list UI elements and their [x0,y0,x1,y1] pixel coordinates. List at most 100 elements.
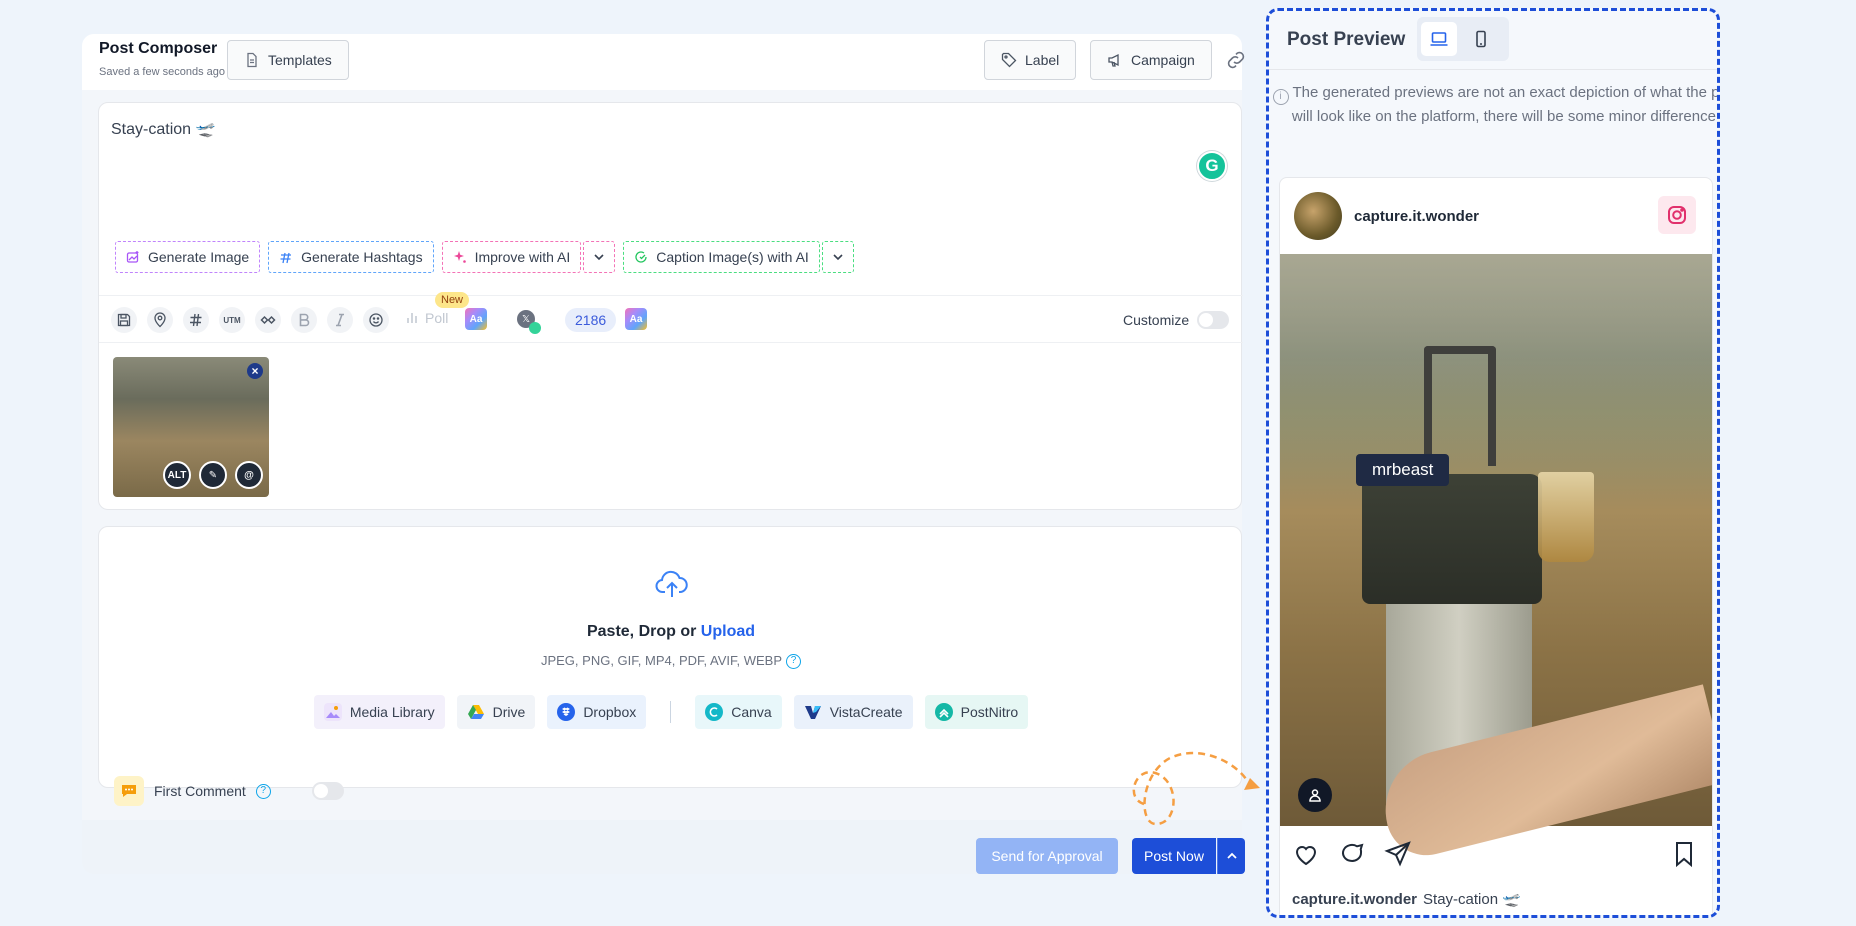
help-icon[interactable]: ? [786,654,802,670]
check-badge-icon [529,322,541,334]
link-icon[interactable] [1224,48,1248,72]
canva-label: Canva [731,704,772,720]
remove-media-icon[interactable]: × [247,363,263,379]
caption-username: capture.it.wonder [1292,891,1418,908]
grammarly-icon[interactable]: G [1197,151,1227,181]
bold-icon[interactable] [291,307,317,333]
save-icon[interactable] [111,307,137,333]
post-editor[interactable]: Stay-cation 🛫 G Generate Image Generate … [98,102,1243,510]
edit-media-button[interactable]: ✎ [199,461,227,489]
drive-label: Drive [492,704,526,720]
comment-bubble-icon[interactable] [1338,840,1366,868]
instagram-post-card: capture.it.wonder mrbeast capture.it.won… [1279,177,1713,915]
poll-button[interactable]: Poll [405,310,448,326]
preview-divider [1269,69,1717,70]
document-icon [247,52,257,68]
media-upload-area[interactable]: Paste, Drop or Upload JPEG, PNG, GIF, MP… [98,526,1242,788]
utm-icon[interactable]: UTM [219,307,245,333]
generate-image-button[interactable]: Generate Image [115,241,261,273]
user-tag-label[interactable]: mrbeast [1356,454,1450,486]
upload-link[interactable]: Upload [701,623,755,640]
hashtag-icon[interactable] [183,307,209,333]
dropbox-button[interactable]: Dropbox [547,695,647,729]
postnitro-label: PostNitro [960,704,1019,720]
bookmark-icon[interactable] [1670,840,1698,868]
dropbox-icon [557,703,576,721]
caption-images-button[interactable]: Caption Image(s) with AI [623,241,820,273]
thumbnail-tools: ALT ✎ @ [163,461,263,489]
postnitro-button[interactable]: PostNitro [924,695,1029,729]
vistacreate-button[interactable]: VistaCreate [793,695,913,729]
preview-disclaimer: i The generated previews are not an exact… [1271,81,1717,128]
tag-pointer-arrow [1132,751,1260,826]
canva-button[interactable]: Canva [695,695,782,729]
post-preview-panel: Post Preview i The generated previews are… [1266,8,1720,918]
templates-button[interactable]: Templates [227,40,349,80]
instagram-icon [1658,196,1696,234]
hashtag-sparkle-icon [280,252,292,264]
instagram-username: capture.it.wonder [1354,208,1480,225]
desktop-view-button[interactable] [1421,22,1457,56]
first-comment-toggle[interactable] [312,782,344,800]
chevron-down-icon [594,254,604,261]
image-luggage-handle [1424,346,1496,466]
person-tag-icon[interactable] [1298,778,1332,812]
post-now-button[interactable]: Post Now [1132,838,1216,874]
italic-icon[interactable] [327,307,353,333]
font-style-icon-2[interactable]: Aa [625,308,647,330]
media-sources: Media Library Drive Dropbox Canva VistaC… [99,695,1243,729]
vistacreate-label: VistaCreate [829,704,903,720]
campaign-button[interactable]: Campaign [1090,40,1212,80]
send-for-approval-button[interactable]: Send for Approval [976,838,1118,874]
device-switcher [1417,17,1509,61]
improve-ai-label: Improve with AI [474,249,571,265]
first-comment-label: First Comment [154,783,246,799]
preview-title: Post Preview [1287,29,1406,50]
post-text[interactable]: Stay-cation 🛫 [111,119,215,139]
new-badge: New [435,292,470,308]
canva-icon [705,703,724,721]
heart-icon[interactable] [1292,840,1320,868]
first-comment-row: First Comment ? [114,776,271,806]
location-icon[interactable] [147,307,173,333]
cloud-upload-icon [655,570,688,597]
formats-text: JPEG, PNG, GIF, MP4, PDF, AVIF, WEBP [540,653,783,668]
post-actions [1280,838,1712,872]
campaign-label: Campaign [1131,52,1195,68]
improve-ai-button[interactable]: Improve with AI [441,241,582,273]
post-options-dropdown[interactable] [1217,838,1245,874]
share-icon[interactable] [1384,840,1412,868]
postnitro-icon [934,703,953,721]
snippet-icon[interactable] [255,307,281,333]
dropbox-label: Dropbox [583,704,637,720]
media-thumbnail[interactable]: × ALT ✎ @ [113,357,269,497]
customize-toggle[interactable] [1197,311,1229,329]
ai-actions: Generate Image Generate Hashtags Improve… [115,241,854,273]
caption-text: Stay-cation 🛫 [1423,891,1521,908]
sparkles-icon [453,251,466,263]
alt-text-button[interactable]: ALT [163,461,191,489]
sources-divider [670,701,672,723]
improve-ai-dropdown[interactable] [583,241,616,273]
character-counter: 2186 [565,308,617,332]
generate-hashtags-button[interactable]: Generate Hashtags [268,241,434,273]
mobile-view-button[interactable] [1463,22,1499,56]
caption-images-dropdown[interactable] [821,241,854,273]
font-style-icon[interactable]: Aa [465,308,487,330]
tag-icon [1001,52,1017,68]
first-comment-help-icon[interactable]: ? [255,783,271,799]
upload-title-text: Paste, Drop or [586,623,701,640]
customize-label: Customize [1123,312,1190,328]
chevron-down-icon [833,254,843,261]
comment-icon [114,776,144,806]
laptop-icon [1430,32,1448,46]
emoji-icon[interactable] [363,307,389,333]
drive-button[interactable]: Drive [456,695,536,729]
poll-label: Poll [425,310,449,326]
image-sparkle-icon [126,251,139,263]
media-library-button[interactable]: Media Library [313,695,445,729]
generate-image-label: Generate Image [148,249,250,265]
tag-people-button[interactable]: @ [235,461,263,489]
generate-hashtags-label: Generate Hashtags [301,249,423,265]
label-button[interactable]: Label [984,40,1077,80]
